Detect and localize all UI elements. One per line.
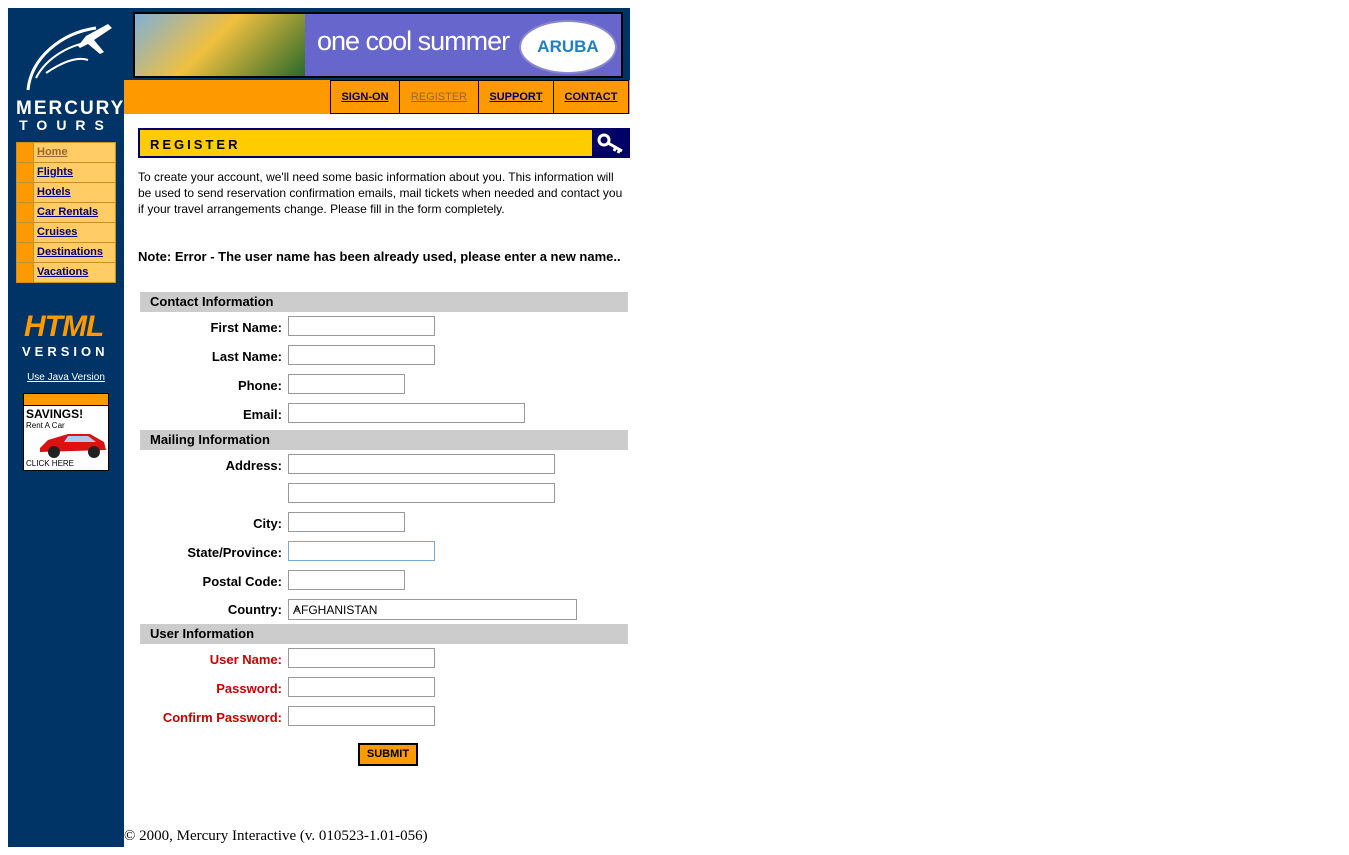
last-name-label: Last Name: (211, 349, 282, 364)
sidenav-item-home[interactable]: Home (17, 143, 115, 163)
bullet-icon (17, 143, 34, 162)
promo-banner[interactable]: one cool summer ARUBA (133, 12, 623, 78)
red-car-icon (40, 434, 106, 458)
top-navigation: SIGN-ON REGISTER SUPPORT CONTACT (330, 80, 629, 114)
sidebar: MERCURY TOURS Home Flights Hotels Car Re… (8, 8, 124, 847)
password-input[interactable] (288, 677, 435, 697)
tab-support[interactable]: SUPPORT (478, 80, 553, 114)
postal-code-input[interactable] (288, 570, 405, 590)
confirm-password-input[interactable] (288, 706, 435, 726)
html-badge-title: HTML (24, 310, 104, 343)
page-title-bar: REGISTER (138, 128, 630, 158)
sidenav-link-flights[interactable]: Flights (34, 163, 73, 182)
savings-ad-banner[interactable]: SAVINGS! Rent A Car CLICK HERE (23, 393, 109, 471)
address-line2-input[interactable] (288, 483, 555, 503)
sidenav-item-car-rentals[interactable]: Car Rentals (17, 203, 115, 223)
confirm-password-label: Confirm Password: (162, 710, 282, 725)
banner-text: one cool summer (317, 26, 510, 56)
bullet-icon (17, 243, 34, 262)
sidenav-link-destinations[interactable]: Destinations (34, 243, 103, 262)
html-badge-version: VERSION (22, 344, 109, 359)
aruba-badge-text: ARUBA (537, 37, 599, 56)
address-label: Address: (225, 458, 282, 473)
ad-top-bar (24, 394, 108, 406)
html-version-badge: HTML VERSION (22, 308, 110, 366)
section-user-information: User Information (140, 624, 628, 644)
ad-title: SAVINGS! (26, 407, 84, 421)
first-name-label: First Name: (210, 320, 282, 335)
password-label: Password: (216, 681, 282, 696)
username-label: User Name: (209, 652, 282, 667)
chevron-down-icon: ⌄ (293, 602, 302, 613)
sidenav-item-flights[interactable]: Flights (17, 163, 115, 183)
tab-contact[interactable]: CONTACT (553, 80, 629, 114)
sidenav-link-car-rentals[interactable]: Car Rentals (34, 203, 98, 222)
tab-register[interactable]: REGISTER (399, 80, 478, 114)
use-java-version-link[interactable]: Use Java Version (8, 372, 124, 383)
sidenav-item-destinations[interactable]: Destinations (17, 243, 115, 263)
sidenav-link-cruises[interactable]: Cruises (34, 223, 77, 242)
bullet-icon (17, 163, 34, 182)
bullet-icon (17, 203, 34, 222)
section-title: Contact Information (150, 294, 274, 309)
side-navigation: Home Flights Hotels Car Rentals Cruises … (16, 142, 116, 283)
username-input[interactable] (288, 648, 435, 668)
mercury-logo[interactable]: MERCURY TOURS (16, 18, 123, 133)
first-name-input[interactable] (288, 316, 435, 336)
sidenav-item-vacations[interactable]: Vacations (17, 263, 115, 282)
ad-click-here: CLICK HERE (26, 459, 75, 468)
city-input[interactable] (288, 512, 405, 532)
bullet-icon (17, 183, 34, 202)
submit-button[interactable]: SUBMIT (358, 743, 418, 766)
bullet-icon (17, 263, 34, 282)
email-input[interactable] (288, 403, 525, 423)
phone-label: Phone: (237, 378, 282, 393)
state-input[interactable] (288, 541, 435, 561)
state-label: State/Province: (187, 545, 282, 560)
banner-photo (135, 14, 305, 76)
page-title: REGISTER (150, 137, 241, 152)
section-contact-information: Contact Information (140, 292, 628, 312)
airplane-logo-icon (26, 24, 112, 91)
error-note: Note: Error - The user name has been alr… (138, 249, 621, 264)
sidenav-link-home[interactable]: Home (34, 143, 68, 162)
section-title: Mailing Information (150, 432, 270, 447)
postal-code-label: Postal Code: (202, 574, 282, 589)
section-mailing-information: Mailing Information (140, 430, 628, 450)
phone-input[interactable] (288, 374, 405, 394)
email-label: Email: (242, 407, 282, 422)
sidenav-link-hotels[interactable]: Hotels (34, 183, 71, 202)
copyright-text: © 2000, Mercury Interactive (v. 010523-1… (124, 828, 428, 844)
header: one cool summer ARUBA SIGN-ON REGISTER S… (124, 8, 630, 114)
section-title: User Information (150, 626, 255, 641)
address-line1-input[interactable] (288, 454, 555, 474)
sidenav-link-vacations[interactable]: Vacations (34, 263, 88, 282)
country-label: Country: (227, 602, 282, 617)
country-select[interactable]: AFGHANISTAN ⌄ (288, 599, 577, 620)
intro-text: To create your account, we'll need some … (138, 170, 623, 216)
title-background: REGISTER (140, 130, 592, 156)
bullet-icon (17, 223, 34, 242)
logo-line2: TOURS (19, 117, 113, 133)
tab-sign-on[interactable]: SIGN-ON (330, 80, 399, 114)
key-icon (597, 133, 623, 154)
aruba-badge: ARUBA (519, 20, 617, 74)
city-label: City: (253, 516, 282, 531)
last-name-input[interactable] (288, 345, 435, 365)
sidenav-item-cruises[interactable]: Cruises (17, 223, 115, 243)
sidenav-item-hotels[interactable]: Hotels (17, 183, 115, 203)
